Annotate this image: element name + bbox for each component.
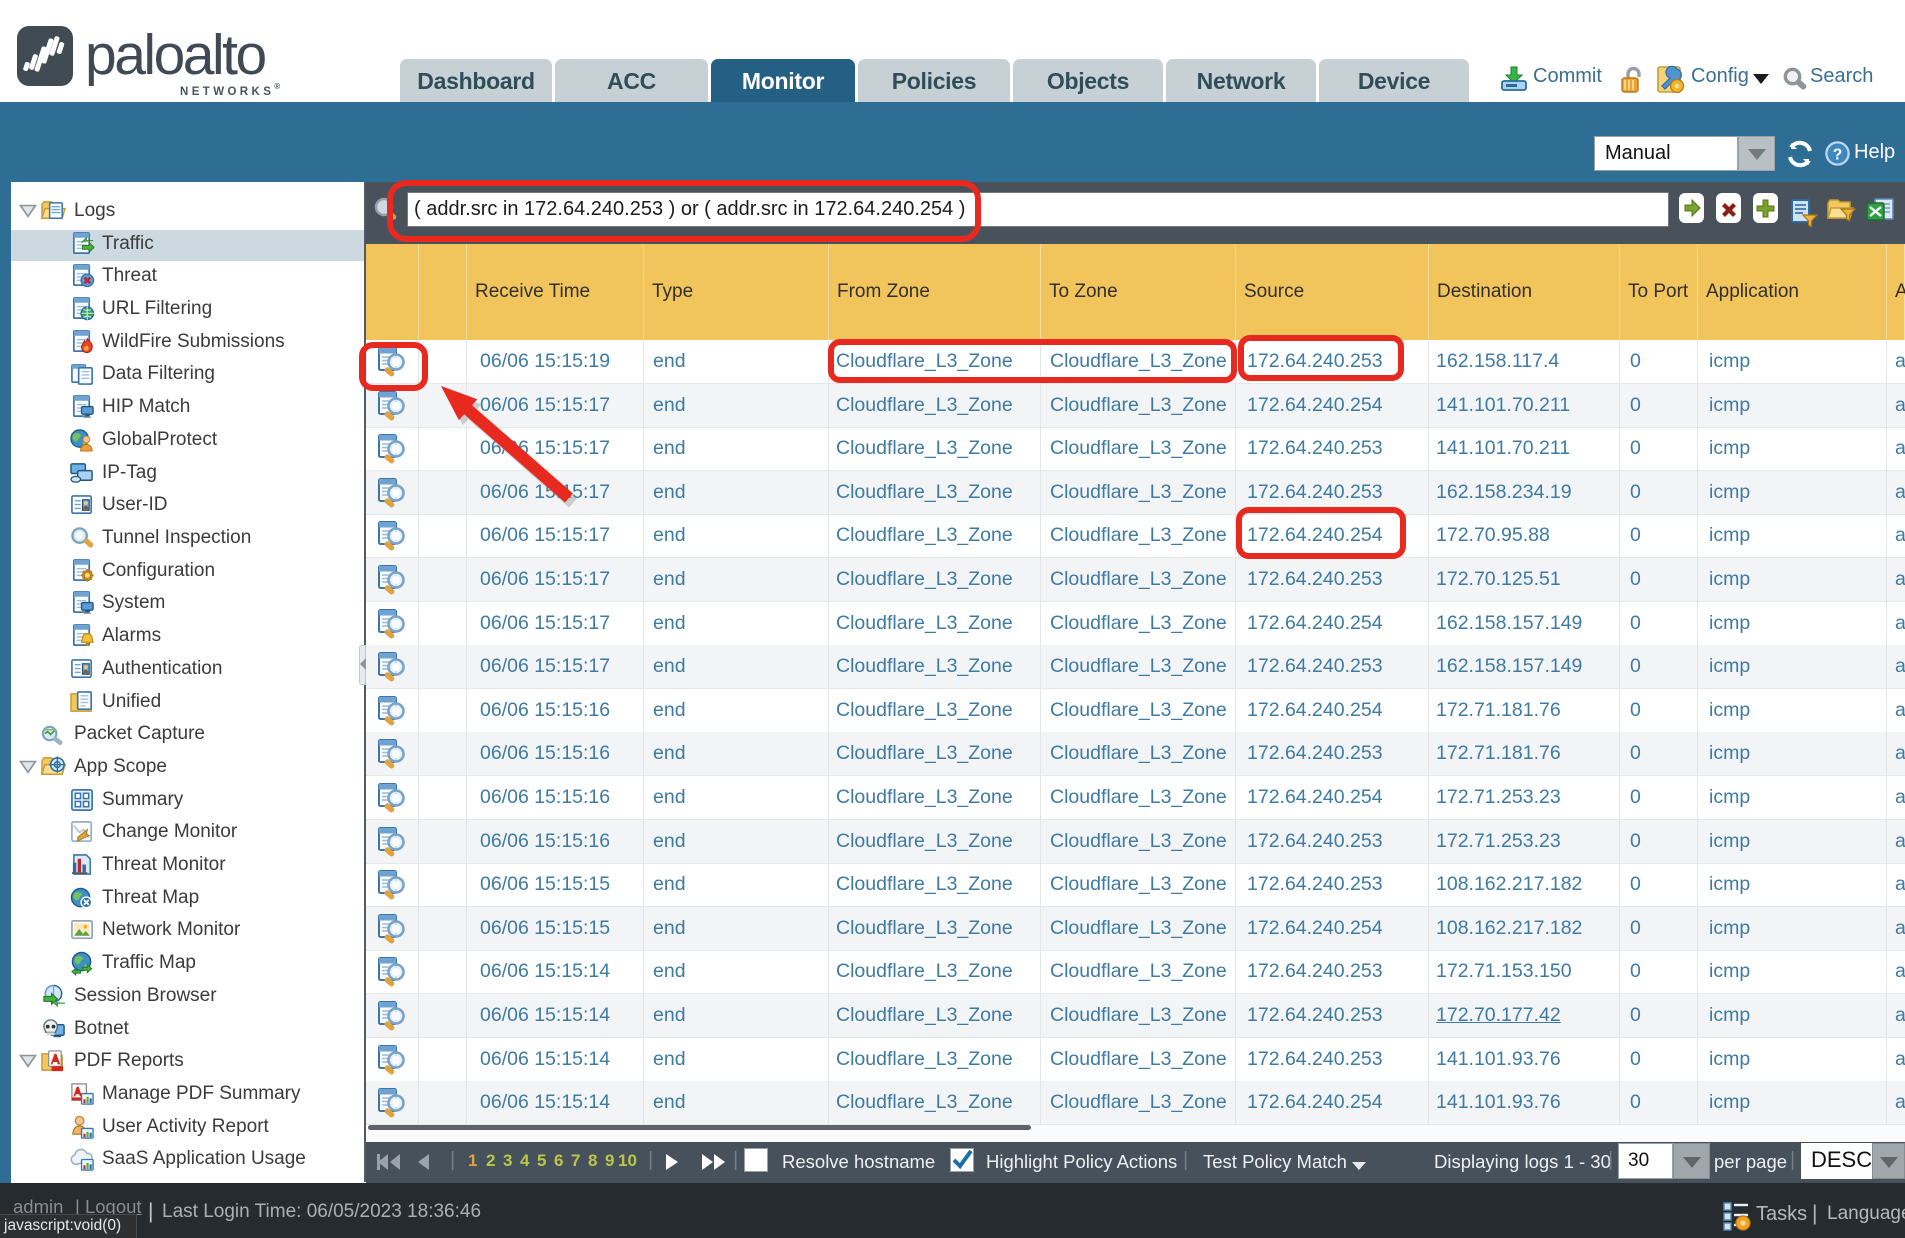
svg-text:?: ? — [1833, 147, 1843, 164]
